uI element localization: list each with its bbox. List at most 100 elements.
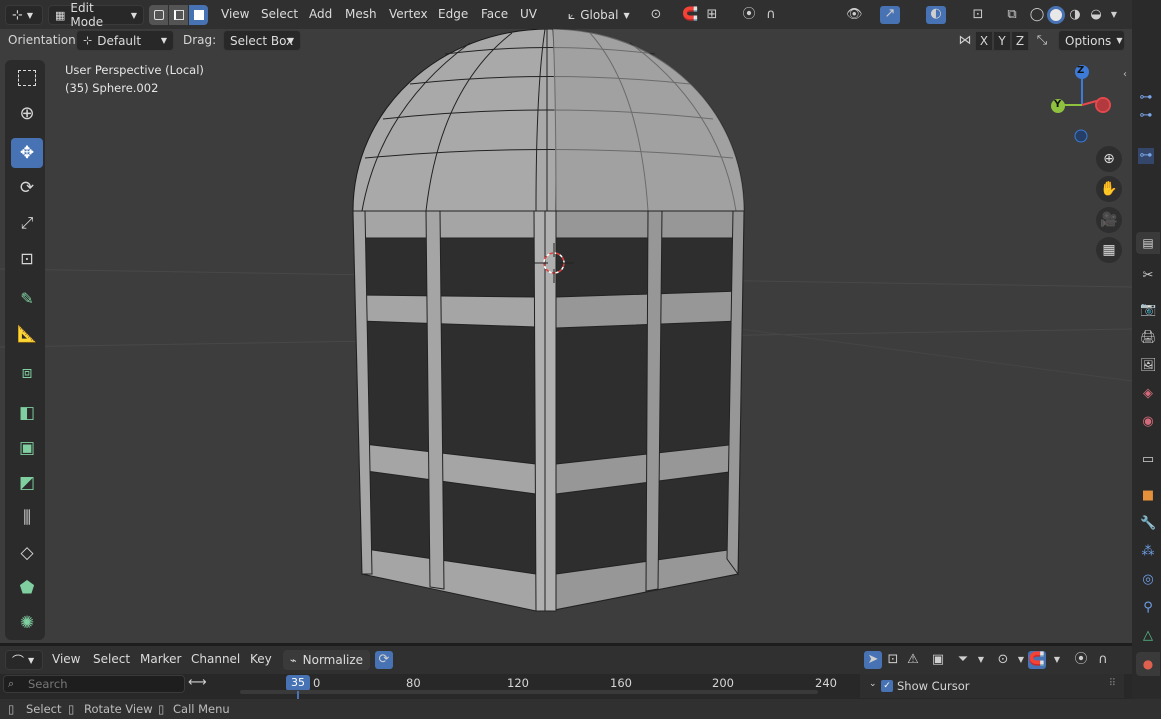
- falloff-icon[interactable]: ∩: [1095, 652, 1111, 668]
- editor-type-button[interactable]: ⊹ ▼: [5, 5, 43, 25]
- options-dropdown[interactable]: Options ▼: [1058, 30, 1125, 51]
- chevron-down-icon[interactable]: ⌄: [869, 679, 877, 689]
- show-cursor-checkbox[interactable]: ✓: [881, 680, 893, 692]
- scene-properties-icon[interactable]: ◈: [1140, 386, 1156, 402]
- timeline-menu-marker[interactable]: Marker: [140, 652, 181, 666]
- timeline-menu-select[interactable]: Select: [93, 652, 130, 666]
- tool-spin[interactable]: ✺: [11, 608, 43, 638]
- timeline-scrollbar[interactable]: [240, 690, 818, 694]
- xray-toggle-icon[interactable]: ⧉: [1004, 7, 1020, 23]
- camera-view-button[interactable]: 🎥: [1096, 207, 1122, 233]
- solid-shading-button[interactable]: [1047, 6, 1065, 24]
- object-properties-icon[interactable]: ■: [1140, 488, 1156, 504]
- properties-editor-button[interactable]: ▤: [1136, 232, 1160, 254]
- mesh-edit-overlay-icon[interactable]: ⊡: [970, 7, 986, 23]
- menu-mesh[interactable]: Mesh: [345, 7, 377, 21]
- orientation-dropdown[interactable]: ⊹ Default ▼: [76, 30, 174, 51]
- tool-transform[interactable]: ⊡: [11, 243, 43, 273]
- particles-properties-icon[interactable]: ⁂: [1140, 544, 1156, 560]
- mirror-x-toggle[interactable]: X: [975, 31, 993, 51]
- tool-scale[interactable]: ⤢: [11, 208, 43, 238]
- ortho-toggle-button[interactable]: ▦: [1096, 237, 1122, 263]
- drag-handle-icon[interactable]: ⠿: [1109, 678, 1116, 689]
- constraints-properties-icon[interactable]: ⚲: [1140, 600, 1156, 616]
- gizmo-toggle-icon[interactable]: ↗: [880, 6, 900, 24]
- collection-properties-icon[interactable]: ▭: [1140, 452, 1156, 468]
- sidebar-toggle-icon[interactable]: ‹: [1123, 69, 1127, 80]
- tool-properties-icon[interactable]: ✂: [1140, 268, 1156, 284]
- render-properties-icon[interactable]: 📷: [1140, 302, 1156, 318]
- swap-icon[interactable]: ⟷: [188, 675, 207, 691]
- falloff-icon[interactable]: ∩: [763, 7, 779, 23]
- chevron-down-icon[interactable]: ▼: [1049, 652, 1065, 668]
- timeline-editor-type-button[interactable]: ⌒ ▼: [5, 650, 43, 670]
- physics-properties-icon[interactable]: ◎: [1140, 572, 1156, 588]
- world-properties-icon[interactable]: ◉: [1140, 414, 1156, 430]
- vertex-select-button[interactable]: [149, 5, 168, 25]
- menu-view[interactable]: View: [221, 7, 249, 21]
- outliner-object-icon[interactable]: ⊶: [1138, 90, 1154, 106]
- menu-uv[interactable]: UV: [520, 7, 537, 21]
- current-frame-indicator[interactable]: 35: [286, 675, 310, 691]
- drag-dropdown[interactable]: Select Box ▼: [223, 30, 301, 51]
- navigation-gizmo[interactable]: Z Y: [1048, 62, 1120, 146]
- modifier-properties-icon[interactable]: 🔧: [1140, 516, 1156, 532]
- tool-poly-build[interactable]: ⬟: [11, 573, 43, 603]
- edge-select-button[interactable]: [169, 5, 188, 25]
- select-pointer-icon[interactable]: ➤: [864, 651, 882, 669]
- data-properties-icon[interactable]: △: [1140, 628, 1156, 644]
- tool-knife[interactable]: ◇: [11, 538, 43, 568]
- menu-select[interactable]: Select: [261, 7, 298, 21]
- auto-normalize-icon[interactable]: ⟳: [375, 651, 393, 669]
- 3d-viewport[interactable]: Orientation: ⊹ Default ▼ Drag: Select Bo…: [0, 29, 1132, 643]
- timeline-menu-view[interactable]: View: [52, 652, 80, 666]
- material-properties-button[interactable]: ●: [1136, 652, 1160, 676]
- timeline-menu-key[interactable]: Key: [250, 652, 272, 666]
- menu-add[interactable]: Add: [309, 7, 332, 21]
- mirror-z-toggle[interactable]: Z: [1011, 31, 1029, 51]
- menu-edge[interactable]: Edge: [438, 7, 468, 21]
- tool-move[interactable]: ✥: [11, 138, 43, 168]
- overlay-toggle-icon[interactable]: ◐: [926, 6, 946, 24]
- snap-toggle-icon[interactable]: 🧲: [682, 7, 698, 23]
- timeline-menu-channel[interactable]: Channel: [191, 652, 240, 666]
- material-shading-icon[interactable]: ◑: [1067, 7, 1083, 23]
- search-field[interactable]: ⌕ Search: [3, 675, 185, 693]
- proportional-edit-icon[interactable]: ⦿: [741, 7, 757, 23]
- menu-face[interactable]: Face: [481, 7, 508, 21]
- view-layer-icon[interactable]: 🖼: [1140, 358, 1157, 374]
- tool-select-box[interactable]: [11, 63, 43, 93]
- snap-target-icon[interactable]: ⊞: [704, 7, 720, 23]
- tool-inset[interactable]: ▣: [11, 433, 43, 463]
- tool-annotate[interactable]: ✎: [11, 283, 43, 313]
- output-properties-icon[interactable]: 🖨: [1140, 330, 1157, 346]
- chevron-down-icon[interactable]: ▼: [973, 652, 989, 668]
- pivot-icon[interactable]: ⊙: [995, 652, 1011, 668]
- proportional-icon[interactable]: ⦿: [1073, 652, 1089, 668]
- menu-vertex[interactable]: Vertex: [389, 7, 428, 21]
- chevron-down-icon[interactable]: ▼: [1013, 652, 1029, 668]
- zoom-button[interactable]: ⊕: [1096, 146, 1122, 172]
- mirror-icon[interactable]: ⋈: [957, 33, 973, 49]
- pivot-point-icon[interactable]: ⊙: [648, 7, 664, 23]
- chevron-down-icon[interactable]: ▼: [1106, 7, 1122, 23]
- tool-measure[interactable]: 📐: [11, 318, 43, 348]
- only-errors-icon[interactable]: ▣: [930, 652, 946, 668]
- box-select-icon[interactable]: ⊡: [885, 652, 901, 668]
- wireframe-shading-icon[interactable]: ◯: [1029, 7, 1045, 23]
- tool-extrude[interactable]: ◧: [11, 398, 43, 428]
- normalize-toggle[interactable]: ⌁ Normalize: [283, 650, 370, 670]
- warning-icon[interactable]: ⚠: [905, 652, 921, 668]
- outliner-object-icon[interactable]: ⊶: [1138, 148, 1154, 164]
- pan-button[interactable]: ✋: [1096, 176, 1122, 202]
- tool-loop-cut[interactable]: ⫼: [11, 503, 43, 533]
- transform-orientation-dropdown[interactable]: ⟀ Global ▼: [562, 5, 638, 25]
- mirror-y-toggle[interactable]: Y: [993, 31, 1011, 51]
- face-select-button[interactable]: [189, 5, 208, 25]
- snap-icon[interactable]: 🧲: [1028, 651, 1046, 669]
- mode-dropdown[interactable]: ▦ Edit Mode ▼: [48, 1, 144, 29]
- visibility-icon[interactable]: 👁: [846, 7, 863, 23]
- tool-add-cube[interactable]: ⧈: [11, 358, 43, 388]
- auto-merge-icon[interactable]: ⤡: [1034, 33, 1050, 49]
- filter-icon[interactable]: ⏷: [955, 652, 971, 668]
